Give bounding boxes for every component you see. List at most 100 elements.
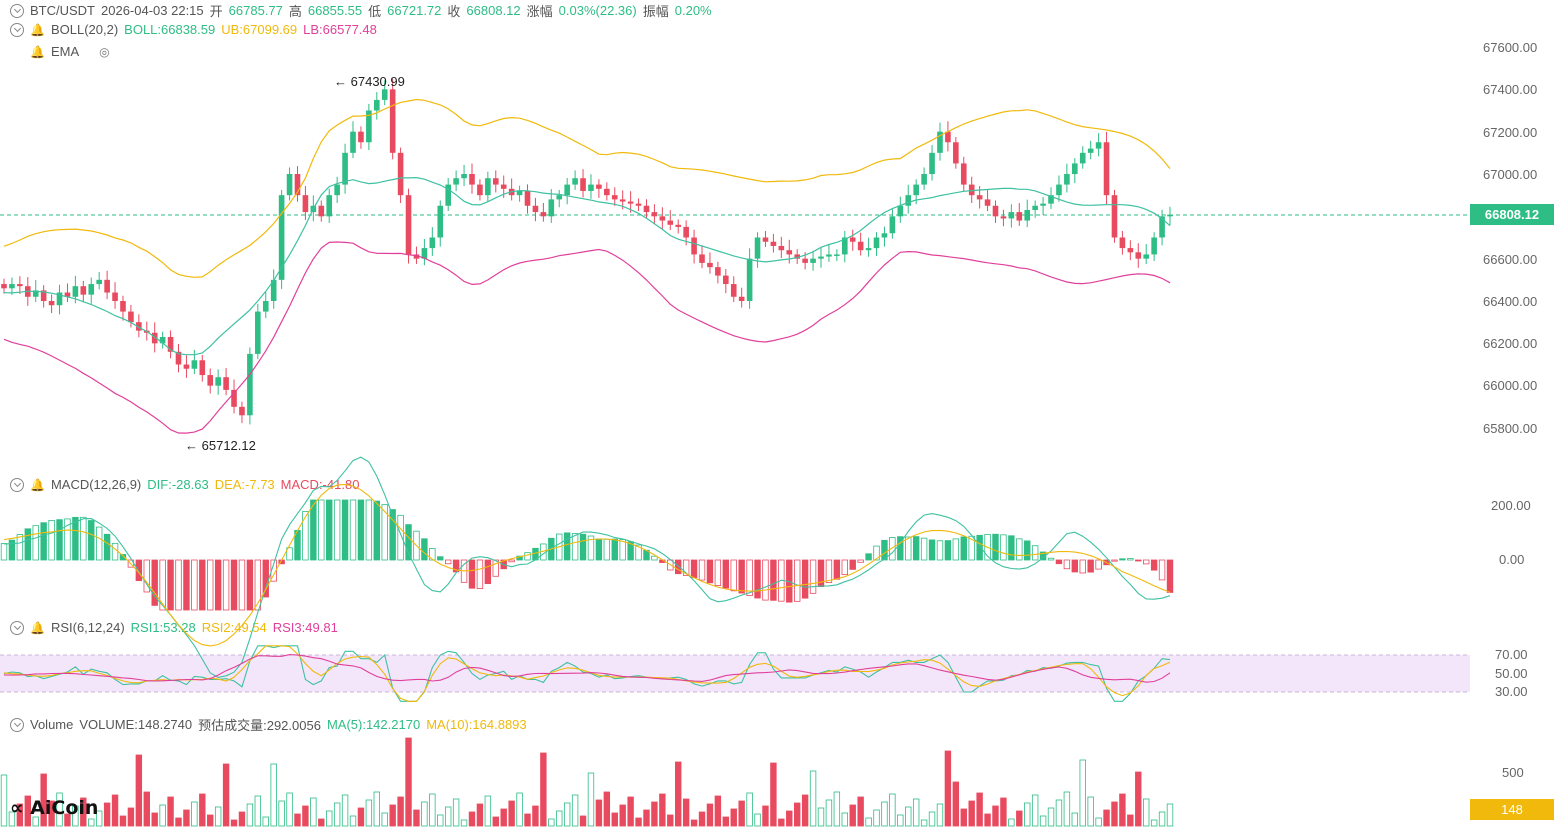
- volume-bar: [1055, 799, 1063, 827]
- logo-mark-icon: ∝: [10, 797, 24, 819]
- candle-body: [477, 184, 483, 196]
- candle-body: [778, 245, 785, 251]
- candle-body: [255, 311, 261, 354]
- macd-histogram-bar: [1143, 559, 1150, 565]
- candle-body: [469, 174, 475, 185]
- low-annotation-value: 65712.12: [201, 438, 256, 453]
- boll-lower-line: [3, 241, 1171, 434]
- macd-histogram-bar: [825, 559, 833, 584]
- candle-body: [659, 216, 666, 221]
- macd-histogram-bar: [1063, 559, 1071, 570]
- volume-bar: [627, 796, 634, 827]
- volume-bar: [912, 798, 920, 827]
- volume-bar: [706, 803, 714, 827]
- volume-bar: [952, 781, 960, 827]
- volume-bar: [143, 791, 150, 827]
- macd-histogram-bar: [468, 559, 476, 589]
- candle-body: [397, 152, 404, 196]
- volume-bar: [500, 808, 507, 827]
- candle-body: [485, 178, 491, 196]
- candle-body: [1008, 212, 1015, 219]
- macd-histogram-bar: [16, 534, 24, 561]
- volume-bar: [1143, 798, 1150, 827]
- candle-body: [104, 279, 110, 293]
- volume-bar: [754, 813, 761, 827]
- volume-bar: [207, 814, 214, 827]
- volume-bar: [595, 799, 603, 827]
- candle-body: [802, 258, 808, 263]
- macd-histogram-bar: [1079, 559, 1086, 574]
- candle-body: [834, 254, 840, 256]
- candle-body: [1079, 152, 1086, 164]
- volume-bar: [730, 808, 737, 827]
- volume-bar: [230, 819, 238, 827]
- volume-bar: [722, 816, 730, 827]
- volume-bar: [571, 794, 579, 827]
- volume-bar: [437, 814, 444, 827]
- candle-body: [1000, 216, 1007, 219]
- volume-bar: [405, 737, 412, 827]
- candle-body: [810, 258, 816, 263]
- macd-histogram-bar: [444, 559, 452, 565]
- volume-bar: [278, 800, 285, 827]
- macd-histogram-bar: [960, 536, 967, 561]
- volume-bar: [175, 817, 182, 827]
- macd-histogram-bar: [88, 520, 95, 561]
- macd-histogram-bar: [437, 556, 444, 561]
- candle-body: [112, 292, 118, 301]
- candle-body: [580, 178, 586, 191]
- macd-histogram-bar: [405, 524, 412, 561]
- rsi-axis-tick: 30.00: [1495, 684, 1528, 699]
- volume-bar: [770, 762, 777, 827]
- volume-axis-tick: 500: [1502, 765, 1524, 780]
- volume-bar: [1166, 803, 1174, 827]
- candle-body: [223, 377, 229, 390]
- macd-histogram-bar: [992, 533, 999, 561]
- volume-bar: [928, 811, 936, 827]
- price-axis-tick: 66000.00: [1483, 378, 1538, 393]
- volume-bar: [460, 819, 468, 827]
- volume-bar: [127, 807, 135, 827]
- volume-bar: [191, 801, 198, 827]
- volume-bar: [524, 813, 531, 827]
- volume-bar: [159, 804, 166, 827]
- chart-canvas[interactable]: [0, 0, 1557, 828]
- volume-bar: [714, 795, 722, 827]
- candle-body: [532, 205, 539, 213]
- candle-body: [239, 406, 245, 416]
- macd-histogram-bar: [48, 519, 55, 561]
- volume-bar: [611, 812, 618, 827]
- macd-histogram-bar: [1024, 540, 1031, 561]
- macd-histogram-bar: [421, 538, 428, 561]
- candle-body: [881, 233, 888, 238]
- volume-bar: [286, 792, 293, 827]
- volume-bar: [825, 799, 833, 827]
- macd-histogram-bar: [849, 559, 856, 570]
- volume-bar: [682, 798, 690, 827]
- current-volume-tag: 148: [1470, 799, 1554, 820]
- candle-body: [1143, 254, 1150, 259]
- candle-body: [746, 258, 753, 301]
- candle-body: [334, 184, 340, 196]
- volume-bar: [548, 818, 555, 827]
- volume-bar: [0, 774, 8, 827]
- macd-histogram-bar: [801, 559, 809, 599]
- macd-histogram-bar: [262, 559, 269, 598]
- volume-bar: [397, 796, 404, 827]
- macd-histogram-bar: [912, 536, 920, 561]
- macd-histogram-bar: [905, 536, 912, 561]
- candle-body: [611, 195, 618, 200]
- macd-histogram-bar: [32, 525, 39, 561]
- candle-body: [500, 184, 507, 189]
- candle-body: [342, 152, 348, 185]
- volume-bar: [1047, 807, 1055, 827]
- candle-body: [88, 284, 95, 295]
- candle-body: [873, 237, 880, 249]
- macd-histogram-bar: [80, 516, 87, 561]
- macd-histogram-bar: [111, 542, 119, 561]
- candle-body: [1159, 216, 1165, 238]
- volume-bar: [270, 763, 277, 827]
- macd-histogram-bar: [365, 499, 373, 561]
- candle-body: [619, 199, 626, 202]
- volume-bar: [484, 795, 492, 827]
